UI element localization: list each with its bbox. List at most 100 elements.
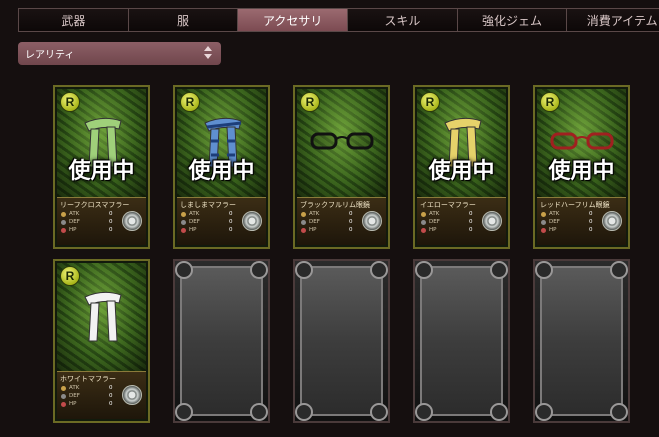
gem-slot-icon <box>122 211 142 231</box>
rarity-badge: R <box>540 92 560 112</box>
in-use-label: 使用中 <box>428 159 495 184</box>
stat-label-def: DEF <box>429 219 440 225</box>
item-name: イエローマフラー <box>420 201 476 209</box>
gem-slot-icon <box>362 211 382 231</box>
item-name: ブラックフルリム眼鏡 <box>300 201 370 209</box>
stat-value-atk: 0 <box>349 211 353 217</box>
ornament-icon <box>490 403 508 421</box>
def-icon <box>61 219 66 225</box>
item-card[interactable]: R 使用中 レッドハーフリム眼鏡 ATK 0 DEF 0 HP 0 <box>533 85 630 249</box>
stat-label-hp: HP <box>189 227 197 233</box>
item-name: ホワイトマフラー <box>60 375 116 383</box>
stat-label-atk: ATK <box>189 211 200 217</box>
item-card[interactable]: R 使用中 イエローマフラー ATK 0 DEF 0 HP 0 <box>413 85 510 249</box>
stat-label-def: DEF <box>309 219 320 225</box>
rarity-badge: R <box>60 92 80 112</box>
ornament-icon <box>610 403 628 421</box>
ornament-icon <box>370 261 388 279</box>
tab-enhance-gem[interactable]: 強化ジェム <box>457 9 568 31</box>
in-use-label: 使用中 <box>548 159 615 184</box>
item-art: R 使用中 <box>57 89 146 197</box>
stat-label-atk: ATK <box>549 211 560 217</box>
hp-icon <box>61 401 66 407</box>
stat-value-atk: 0 <box>109 211 113 217</box>
item-stats: ATK 0 DEF 0 HP 0 <box>301 210 361 234</box>
item-info: ブラックフルリム眼鏡 ATK 0 DEF 0 HP 0 <box>297 197 386 245</box>
atk-icon <box>421 211 426 217</box>
gem-slot-icon <box>482 211 502 231</box>
item-art: R 使用中 <box>417 89 506 197</box>
empty-slot-frame <box>420 266 503 416</box>
ornament-icon <box>415 261 433 279</box>
ornament-icon <box>535 261 553 279</box>
stat-value-def: 0 <box>229 219 233 225</box>
hp-icon <box>301 227 306 233</box>
ornament-icon <box>295 403 313 421</box>
def-icon <box>421 219 426 225</box>
hp-icon <box>61 227 66 233</box>
stat-value-hp: 0 <box>229 227 233 233</box>
stat-label-atk: ATK <box>69 385 80 391</box>
item-card[interactable]: R 使用中 リーフクロスマフラー ATK 0 DEF 0 HP 0 <box>53 85 150 249</box>
def-icon <box>541 219 546 225</box>
ornament-icon <box>370 403 388 421</box>
stat-value-atk: 0 <box>589 211 593 217</box>
empty-slot[interactable] <box>173 259 270 423</box>
item-name: リーフクロスマフラー <box>60 201 130 209</box>
def-icon <box>301 219 306 225</box>
item-info: レッドハーフリム眼鏡 ATK 0 DEF 0 HP 0 <box>537 197 626 245</box>
ornament-icon <box>175 403 193 421</box>
page: 武器 服 アクセサリ スキル 強化ジェム 消費アイテム レアリティ R 使用中 … <box>0 0 659 437</box>
item-name: しましまマフラー <box>180 201 236 209</box>
item-art: R <box>57 263 146 371</box>
atk-icon <box>181 211 186 217</box>
item-info: しましまマフラー ATK 0 DEF 0 HP 0 <box>177 197 266 245</box>
stat-label-hp: HP <box>429 227 437 233</box>
rarity-badge: R <box>60 266 80 286</box>
ornament-icon <box>535 403 553 421</box>
ornament-icon <box>250 261 268 279</box>
stat-value-def: 0 <box>589 219 593 225</box>
rarity-badge: R <box>300 92 320 112</box>
stat-value-hp: 0 <box>109 227 113 233</box>
stat-label-atk: ATK <box>309 211 320 217</box>
item-info: イエローマフラー ATK 0 DEF 0 HP 0 <box>417 197 506 245</box>
stat-label-hp: HP <box>69 401 77 407</box>
def-icon <box>181 219 186 225</box>
item-card[interactable]: R ブラックフルリム眼鏡 ATK 0 DEF 0 HP 0 <box>293 85 390 249</box>
stat-label-def: DEF <box>549 219 560 225</box>
in-use-label: 使用中 <box>68 159 135 184</box>
stat-label-hp: HP <box>549 227 557 233</box>
empty-slot-frame <box>540 266 623 416</box>
item-stats: ATK 0 DEF 0 HP 0 <box>421 210 481 234</box>
rarity-dropdown[interactable]: レアリティ <box>18 42 221 65</box>
item-art: R 使用中 <box>537 89 626 197</box>
hp-icon <box>541 227 546 233</box>
gem-slot-icon <box>602 211 622 231</box>
stat-value-hp: 0 <box>349 227 353 233</box>
empty-slot[interactable] <box>533 259 630 423</box>
tab-weapon[interactable]: 武器 <box>19 9 129 31</box>
empty-slot[interactable] <box>413 259 510 423</box>
item-stats: ATK 0 DEF 0 HP 0 <box>181 210 241 234</box>
ornament-icon <box>250 403 268 421</box>
empty-slot-frame <box>180 266 263 416</box>
empty-slot[interactable] <box>293 259 390 423</box>
rarity-dropdown-label: レアリティ <box>25 50 75 61</box>
stat-value-hp: 0 <box>469 227 473 233</box>
stat-value-hp: 0 <box>589 227 593 233</box>
tab-consumables[interactable]: 消費アイテム <box>567 9 659 31</box>
item-card[interactable]: R ホワイトマフラー ATK 0 DEF 0 HP 0 <box>53 259 150 423</box>
category-tabs: 武器 服 アクセサリ スキル 強化ジェム 消費アイテム <box>18 8 659 32</box>
def-icon <box>61 393 66 399</box>
ornament-icon <box>175 261 193 279</box>
atk-icon <box>61 385 66 391</box>
tab-accessory[interactable]: アクセサリ <box>238 9 349 31</box>
stat-value-def: 0 <box>109 219 113 225</box>
tab-skill[interactable]: スキル <box>348 9 458 31</box>
rarity-badge: R <box>180 92 200 112</box>
item-card[interactable]: R 使用中 しましまマフラー ATK 0 DEF 0 HP 0 <box>173 85 270 249</box>
tab-clothes[interactable]: 服 <box>128 9 239 31</box>
item-name: レッドハーフリム眼鏡 <box>540 201 610 209</box>
item-art: R <box>297 89 386 197</box>
